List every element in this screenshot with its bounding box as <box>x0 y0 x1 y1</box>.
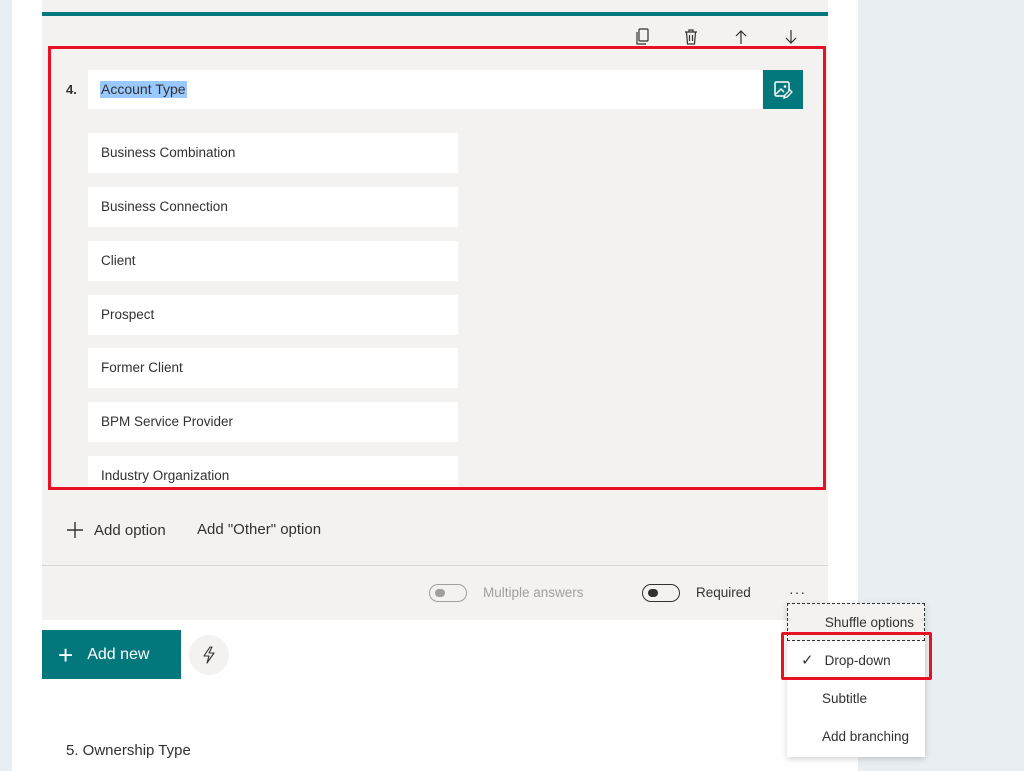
menu-item-add-branching[interactable]: Add branching <box>787 717 925 755</box>
required-label: Required <box>696 585 751 600</box>
add-new-button[interactable]: + Add new <box>42 630 181 679</box>
required-toggle[interactable] <box>642 584 680 602</box>
suggestions-button[interactable] <box>189 635 229 675</box>
trash-icon[interactable] <box>680 26 702 48</box>
more-options-button[interactable]: ··· <box>789 584 806 600</box>
menu-item-label: Shuffle options <box>824 614 914 630</box>
menu-highlight-box <box>781 632 932 680</box>
menu-item-label: Subtitle <box>822 690 868 706</box>
plus-icon <box>67 522 83 538</box>
add-option-label: Add option <box>94 521 166 539</box>
arrow-down-icon[interactable] <box>780 26 802 48</box>
plus-icon: + <box>58 639 74 670</box>
copy-icon[interactable] <box>632 26 654 48</box>
add-new-label: Add new <box>87 645 150 663</box>
menu-item-label: Add branching <box>822 728 910 744</box>
add-option-button[interactable]: Add option <box>66 521 166 539</box>
add-other-label: Add "Other" option <box>197 521 322 538</box>
next-question-title: 5. Ownership Type <box>66 742 191 759</box>
menu-item-subtitle[interactable]: Subtitle <box>787 679 925 717</box>
arrow-up-icon[interactable] <box>730 26 752 48</box>
card-divider <box>42 565 828 566</box>
lightning-icon <box>203 646 215 664</box>
more-options-menu: Shuffle options ✓ Drop-down Subtitle Add… <box>787 603 925 757</box>
multiple-answers-toggle[interactable] <box>429 584 467 602</box>
highlight-box <box>48 46 826 490</box>
multiple-answers-label: Multiple answers <box>483 585 584 600</box>
active-question-bar <box>42 12 828 16</box>
add-other-option-button[interactable]: Add "Other" option <box>197 521 321 538</box>
page-background <box>0 0 12 771</box>
